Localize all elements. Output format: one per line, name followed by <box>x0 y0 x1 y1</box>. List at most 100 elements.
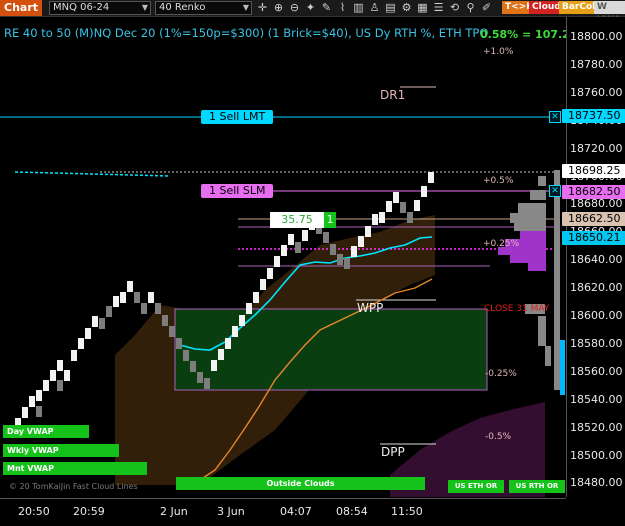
change-readout: 0.58% = 107.25 <box>480 28 578 41</box>
position-pnl[interactable]: 35.75 <box>270 212 324 228</box>
limit-price-tag: 18737.50 <box>562 109 625 123</box>
renko-brick <box>295 242 301 253</box>
wand-icon[interactable]: ✦ <box>304 1 317 14</box>
price-axis-label: 18580.00 <box>570 336 623 350</box>
barcol-button[interactable]: BarCol <box>559 1 599 14</box>
sell-slm-order[interactable]: 1 Sell SLM <box>201 184 274 198</box>
renko-brick <box>57 360 63 371</box>
renko-brick <box>99 318 105 329</box>
time-axis-label: 11:50 <box>391 505 423 518</box>
time-axis[interactable]: 20:50 20:59 2 Jun 3 Jun 04:07 08:54 11:50 <box>0 498 566 526</box>
sync-icon[interactable]: ⟲ <box>448 1 461 14</box>
close-slm-icon[interactable]: ✕ <box>549 185 561 197</box>
renko-brick <box>134 292 140 303</box>
renko-brick <box>29 396 35 407</box>
price-axis-label: 18560.00 <box>570 364 623 378</box>
renko-brick <box>183 350 189 361</box>
price-axis-label: 18760.00 <box>570 85 623 99</box>
renko-brick <box>50 370 56 381</box>
renko-brick <box>253 292 259 303</box>
crosshair-icon[interactable]: ✛ <box>256 1 269 14</box>
bars-icon[interactable]: ▥ <box>352 1 365 14</box>
renko-brick <box>288 234 294 245</box>
bar-type-value: 40 Renko <box>159 2 206 13</box>
price-axis[interactable]: 18800.0018780.0018760.0018740.0018720.00… <box>566 17 625 497</box>
data-box-icon[interactable]: ▦ <box>416 1 429 14</box>
chart-trader-icon[interactable]: ☰ <box>432 1 445 14</box>
position-qty[interactable]: 1 <box>324 212 336 228</box>
instrument-select[interactable]: MNQ 06-24 ▼ <box>49 1 151 15</box>
price-axis-label: 18540.00 <box>570 392 623 406</box>
renko-brick <box>365 226 371 237</box>
renko-brick <box>85 328 91 339</box>
renko-brick <box>379 212 385 223</box>
renko-brick <box>22 407 28 418</box>
renko-brick <box>428 172 434 183</box>
renko-brick <box>64 370 70 381</box>
price-axis-label: 18720.00 <box>570 141 623 155</box>
renko-brick <box>393 192 399 203</box>
renko-brick <box>400 202 406 213</box>
us-rth-or-button[interactable]: US RTH OR <box>509 480 565 493</box>
renko-brick <box>330 244 336 255</box>
monthly-vwap-button[interactable]: Mnt VWAP <box>3 462 147 475</box>
time-axis-label: 04:07 <box>280 505 312 518</box>
wpp-label: WPP <box>357 301 384 315</box>
renko-brick <box>148 292 154 303</box>
dr1-label: DR1 <box>380 88 406 102</box>
drawing-icon[interactable]: ✐ <box>480 1 493 14</box>
day-vwap-button[interactable]: Day VWAP <box>3 425 89 438</box>
renko-brick <box>337 254 343 265</box>
renko-brick <box>190 361 196 372</box>
price-axis-label: 18600.00 <box>570 309 623 322</box>
renko-brick <box>141 303 147 314</box>
time-axis-label: 20:59 <box>73 505 105 518</box>
price-axis-label: 18620.00 <box>570 281 623 295</box>
renko-brick <box>274 256 280 267</box>
level-plus-05: +0.5% <box>483 176 514 186</box>
bar-type-select[interactable]: 40 Renko ▼ <box>155 1 252 15</box>
price-axis-label: 18520.00 <box>570 420 623 434</box>
strategy-icon[interactable]: ♙ <box>368 1 381 14</box>
time-axis-label: 20:50 <box>18 505 50 518</box>
renko-brick <box>169 326 175 337</box>
outside-clouds-button[interactable]: Outside Clouds <box>176 477 425 490</box>
renko-brick <box>225 338 231 349</box>
renko-brick <box>260 279 266 290</box>
zoom-in-icon[interactable]: ⊕ <box>272 1 285 14</box>
renko-brick <box>36 390 42 401</box>
renko-brick <box>421 186 427 197</box>
pencil-icon[interactable]: ✎ <box>320 1 333 14</box>
volume-profile-purple <box>498 231 546 271</box>
renko-brick <box>351 246 357 257</box>
chevron-down-icon: ▼ <box>141 3 148 12</box>
level-plus-025: +0.25% <box>483 239 520 249</box>
renko-brick <box>57 380 63 391</box>
renko-brick <box>218 349 224 360</box>
renko-brick <box>204 378 210 389</box>
template-icon[interactable]: ▤ <box>384 1 397 14</box>
renko-brick <box>155 303 161 314</box>
renko-brick <box>344 258 350 269</box>
indicator-icon[interactable]: ⌇ <box>336 1 349 14</box>
renko-brick <box>372 214 378 225</box>
renko-brick <box>239 315 245 326</box>
zoom-out-icon[interactable]: ⊖ <box>288 1 301 14</box>
renko-brick <box>127 281 133 292</box>
pin-icon[interactable]: ⚲ <box>464 1 477 14</box>
us-eth-or-button[interactable]: US ETH OR <box>448 480 504 493</box>
weekly-vwap-button[interactable]: Wkly VWAP <box>3 444 119 457</box>
window-title[interactable]: Chart <box>0 0 43 16</box>
properties-icon[interactable]: ⚙ <box>400 1 413 14</box>
close-lmt-icon[interactable]: ✕ <box>549 111 561 123</box>
vwva-button[interactable]: W VWA <box>594 1 625 25</box>
close-label: CLOSE 31 MAY <box>484 304 550 314</box>
sell-lmt-order[interactable]: 1 Sell LMT <box>201 110 274 124</box>
renko-brick <box>267 268 273 279</box>
price-axis-label: 18640.00 <box>570 253 623 267</box>
toolbar: Chart MNQ 06-24 ▼ 40 Renko ▼ ✛ ⊕ ⊖ ✦ ✎ ⌇… <box>0 0 625 25</box>
renko-brick <box>113 296 119 307</box>
last-price-tag: 18698.25 <box>562 164 625 178</box>
time-axis-label: 2 Jun <box>160 505 188 518</box>
dpp-label: DPP <box>381 445 405 459</box>
